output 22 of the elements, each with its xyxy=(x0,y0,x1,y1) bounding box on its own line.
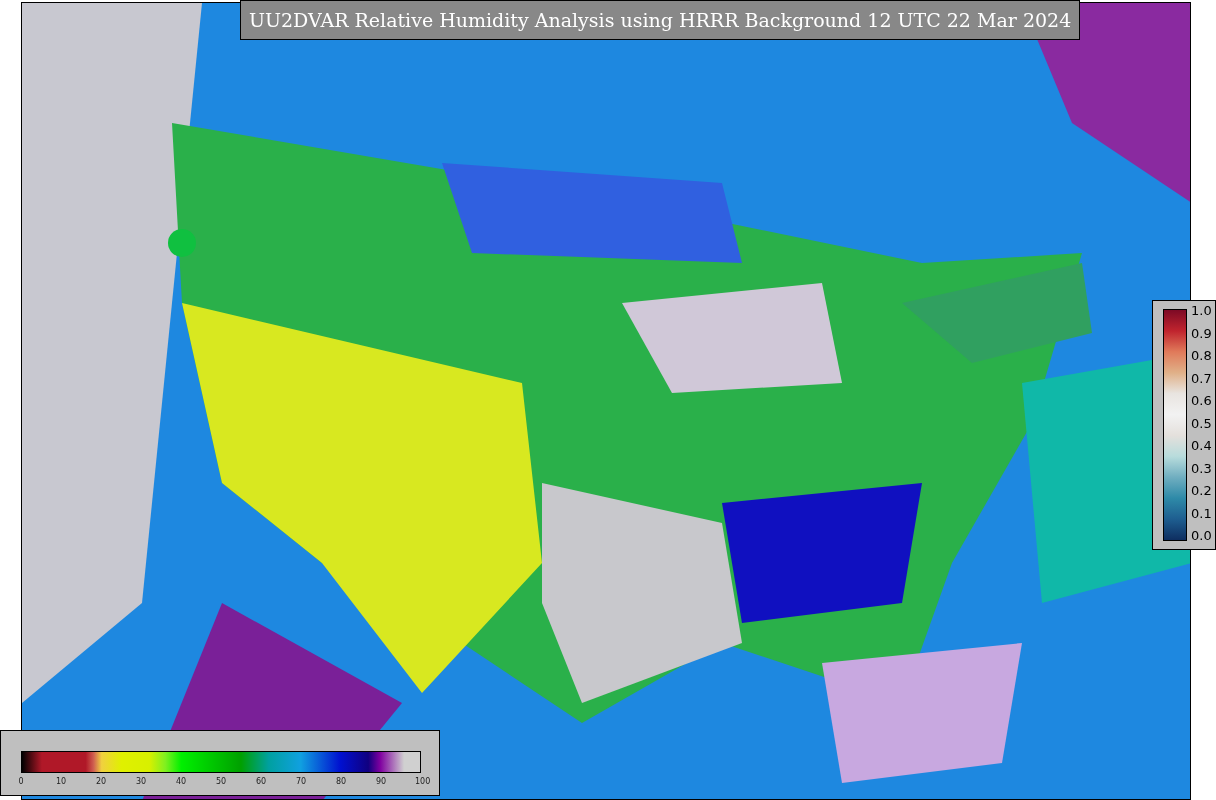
tick-label: 10 xyxy=(55,777,67,787)
tick-label: 0.6 xyxy=(1191,393,1212,408)
tick-label: 1.0 xyxy=(1191,303,1212,318)
tick-label: 0.9 xyxy=(1191,325,1212,341)
tick-label: 0.3 xyxy=(1191,460,1212,476)
tick-label: 50 xyxy=(215,777,227,787)
tick-label: 0.5 xyxy=(1191,415,1212,431)
tick-label: 0.8 xyxy=(1191,348,1212,363)
tick-label: 60 xyxy=(255,777,267,787)
tick-label: 80 xyxy=(335,777,347,787)
tick-label: 70 xyxy=(295,777,307,787)
tick-label: 90 xyxy=(375,777,387,787)
tick-label: 20 xyxy=(95,777,107,787)
tick-label: 0.2 xyxy=(1191,483,1212,498)
tick-label: 0 xyxy=(17,777,25,787)
tick-label: 0.0 xyxy=(1191,528,1212,543)
tick-label: 0.1 xyxy=(1191,505,1212,521)
tick-label: 0.7 xyxy=(1191,370,1212,386)
tick-label: 40 xyxy=(175,777,187,787)
map-title: UU2DVAR Relative Humidity Analysis using HRRR Background 12 UTC 22 Mar 2024 xyxy=(240,0,1081,40)
tick-label: 30 xyxy=(135,777,147,787)
tick-label: 0.4 xyxy=(1191,438,1212,453)
